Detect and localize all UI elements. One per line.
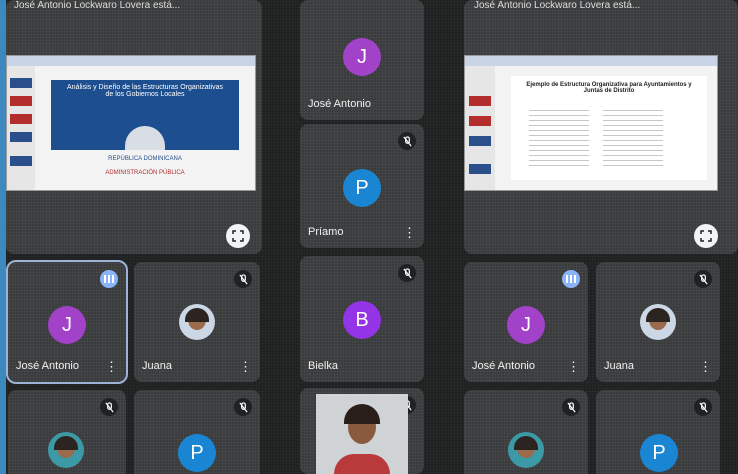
- participant-name: Juana: [142, 360, 172, 372]
- avatar: B: [343, 301, 381, 339]
- participant-name: José Antonio: [16, 360, 79, 372]
- participant-tile[interactable]: J José Antonio: [300, 0, 424, 120]
- avatar: P: [178, 434, 216, 472]
- slide-org: REPÚBLICA DOMINICANA: [108, 156, 182, 162]
- meet-grid: José Antonio Lockwaro Lovera está... Aná…: [6, 0, 738, 474]
- participant-name: José Antonio: [472, 360, 535, 372]
- participant-name: Bielka: [308, 360, 338, 372]
- participant-tile[interactable]: [8, 390, 126, 474]
- more-vert-icon[interactable]: ⋮: [239, 360, 252, 373]
- more-vert-icon[interactable]: ⋮: [403, 226, 416, 239]
- participant-name: José Antonio: [308, 98, 371, 110]
- mic-off-icon: [100, 398, 118, 416]
- avatar: [640, 304, 676, 340]
- presentation-header: José Antonio Lockwaro Lovera está...: [14, 0, 181, 11]
- more-vert-icon[interactable]: ⋮: [699, 360, 712, 373]
- participant-tile[interactable]: J José Antonio ⋮: [6, 260, 128, 384]
- presentation-tile-right[interactable]: José Antonio Lockwaro Lovera está... Eje…: [464, 0, 738, 254]
- mic-off-icon: [694, 270, 712, 288]
- avatar: [508, 432, 544, 468]
- avatar: J: [507, 306, 545, 344]
- fullscreen-icon[interactable]: [226, 224, 250, 248]
- participant-tile[interactable]: P: [596, 390, 720, 474]
- presentation-slide: Ejemplo de Estructura Organizativa para …: [464, 55, 718, 191]
- avatar: J: [48, 306, 86, 344]
- avatar: [179, 304, 215, 340]
- presentation-header: José Antonio Lockwaro Lovera está...: [474, 0, 641, 11]
- participant-name: Príamo: [308, 226, 344, 238]
- presentation-slide: Análisis y Diseño de las Estructuras Org…: [6, 55, 256, 191]
- participant-name: Juana: [604, 360, 634, 372]
- avatar: [48, 432, 84, 468]
- participant-tile[interactable]: Juana ⋮: [134, 262, 260, 382]
- avatar: P: [343, 169, 381, 207]
- mic-off-icon: [694, 398, 712, 416]
- audio-level-icon: [562, 270, 580, 288]
- mic-off-icon: [398, 132, 416, 150]
- slide-footer: ADMINISTRACIÓN PÚBLICA: [105, 170, 185, 176]
- avatar: P: [640, 434, 678, 472]
- mic-off-icon: [562, 398, 580, 416]
- participant-tile[interactable]: B Bielka: [300, 256, 424, 382]
- fullscreen-icon[interactable]: [694, 224, 718, 248]
- mic-off-icon: [234, 270, 252, 288]
- slide-title: Ejemplo de Estructura Organizativa para …: [526, 82, 692, 94]
- more-vert-icon[interactable]: ⋮: [105, 360, 118, 373]
- participant-video: [316, 394, 408, 474]
- mic-off-icon: [398, 264, 416, 282]
- more-vert-icon[interactable]: ⋮: [567, 360, 580, 373]
- presentation-tile-left[interactable]: José Antonio Lockwaro Lovera está... Aná…: [6, 0, 262, 254]
- participant-tile[interactable]: [464, 390, 588, 474]
- mic-off-icon: [234, 398, 252, 416]
- participant-tile[interactable]: J José Antonio ⋮: [464, 262, 588, 382]
- avatar: J: [343, 38, 381, 76]
- participant-tile[interactable]: Juana ⋮: [596, 262, 720, 382]
- participant-tile[interactable]: P Príamo ⋮: [300, 124, 424, 248]
- participant-video-tile[interactable]: [300, 388, 424, 474]
- slide-title: Análisis y Diseño de las Estructuras Org…: [67, 84, 224, 98]
- audio-level-icon: [100, 270, 118, 288]
- participant-tile[interactable]: P: [134, 390, 260, 474]
